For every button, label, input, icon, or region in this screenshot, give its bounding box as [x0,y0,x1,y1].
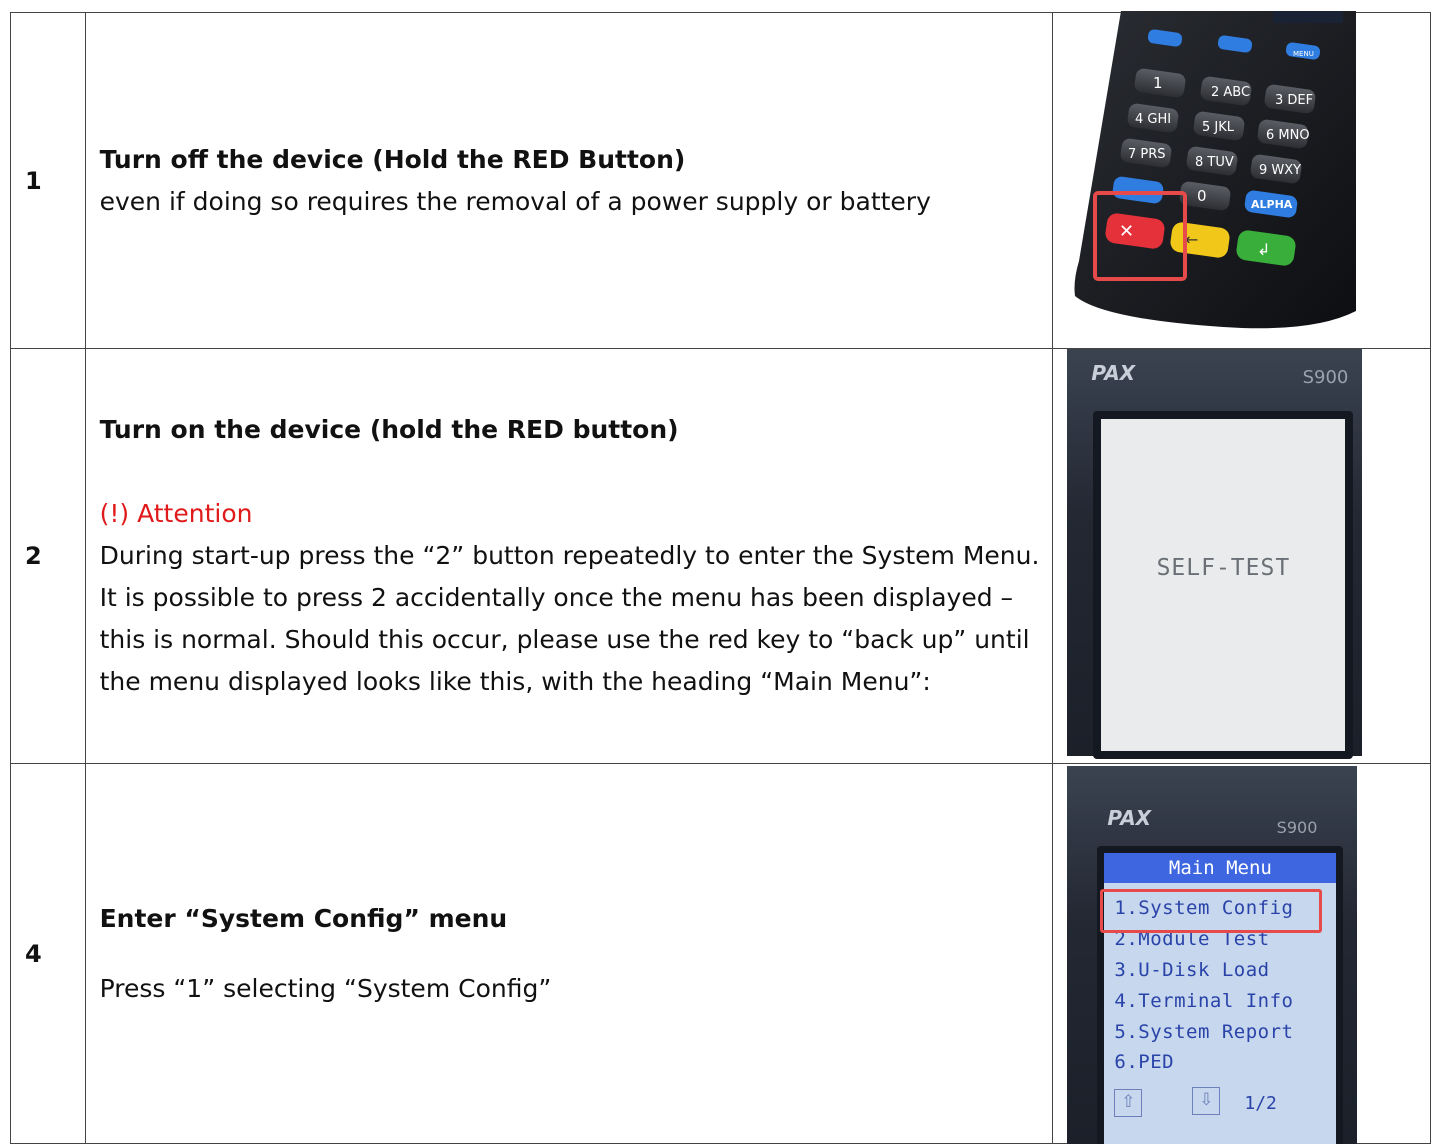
step-body: Press “1” selecting “System Config” [99,973,552,1003]
key-menu-label: MENU [1293,50,1314,58]
key-9: 9 WXY [1259,163,1301,178]
scroll-down-icon: ⇩ [1192,1087,1221,1115]
key-4: 4 GHI [1135,112,1171,127]
step-body-line: During start-up press the “2” button rep… [99,541,1040,570]
keypad-photo: MENU 1 2 ABC 3 DEF 4 GHI 5 JKL 6 MNO 7 P… [1074,11,1357,329]
scroll-up-icon: ⇧ [1114,1089,1143,1117]
attention-label: (!) Attention [99,499,253,528]
enter-arrow-icon: ↲ [1257,240,1270,259]
key-alpha: ALPHA [1251,198,1293,211]
pax-logo: PAX [1091,361,1136,385]
key-5: 5 JKL [1202,120,1235,135]
self-test-text: SELF-TEST [1156,555,1291,581]
step-title: Turn off the device (Hold the RED Button… [99,144,686,174]
steps-table: 1 Turn off the device (Hold the RED Butt… [10,11,1431,1144]
key-1: 1 [1153,74,1163,92]
menu-item: 4.Terminal Info [1114,990,1294,1012]
step-number: 1 [10,12,86,349]
step-image-cell: PAX S900 SELF-TEST [1052,348,1431,764]
step-text-cell: Enter “System Config” menu Press “1” sel… [84,763,1054,1144]
device-screen: SELF-TEST [1093,411,1354,759]
backspace-arrow-icon: ← [1185,230,1198,249]
step-body: even if doing so requires the removal of… [99,186,931,216]
step-text-cell: Turn off the device (Hold the RED Button… [84,12,1054,349]
page-indicator: 1/2 [1244,1093,1277,1114]
key-2: 2 ABC [1211,85,1250,100]
step-body-line: this is normal. Should this occur, pleas… [99,625,1030,654]
device-model: S900 [1276,818,1318,837]
cancel-x-icon: ✕ [1119,221,1134,242]
pax-logo: PAX [1107,806,1152,830]
key-7: 7 PRS [1128,147,1166,162]
step-row-4: 4 Enter “System Config” menu Press “1” s… [10,763,1431,1144]
key-8: 8 TUV [1195,155,1234,170]
step-number: 4 [10,763,86,1144]
step-row-2: 2 Turn on the device (hold the RED butto… [10,348,1431,764]
key-6: 6 MNO [1266,128,1310,143]
device-main-menu-photo: PAX S900 Main Menu 1.System Config 2.Mod… [1067,766,1358,1144]
step-body-line: It is possible to press 2 accidentally o… [99,583,1014,612]
device-self-test-photo: PAX S900 SELF-TEST [1067,349,1363,759]
device-screen: Main Menu 1.System Config 2.Module Test … [1097,846,1344,1144]
step-body-line: the menu displayed looks like this, with… [99,667,931,696]
key-3: 3 DEF [1275,93,1313,108]
menu-item: 5.System Report [1114,1021,1294,1043]
step-image-cell: MENU 1 2 ABC 3 DEF 4 GHI 5 JKL 6 MNO 7 P… [1052,11,1431,349]
key-0: 0 [1197,187,1207,205]
step-title: Turn on the device (hold the RED button) [99,415,679,444]
menu-title: Main Menu [1168,857,1272,879]
step-number: 2 [10,348,86,764]
device-model: S900 [1302,367,1349,388]
menu-item: 6.PED [1114,1051,1175,1073]
step-title: Enter “System Config” menu [99,903,508,933]
step-row-1: 1 Turn off the device (Hold the RED Butt… [10,11,1431,349]
step-text-cell: Turn on the device (hold the RED button)… [84,348,1054,764]
menu-item: 3.U-Disk Load [1114,959,1270,981]
step-image-cell: PAX S900 Main Menu 1.System Config 2.Mod… [1052,763,1431,1144]
system-config-highlight [1100,889,1323,933]
